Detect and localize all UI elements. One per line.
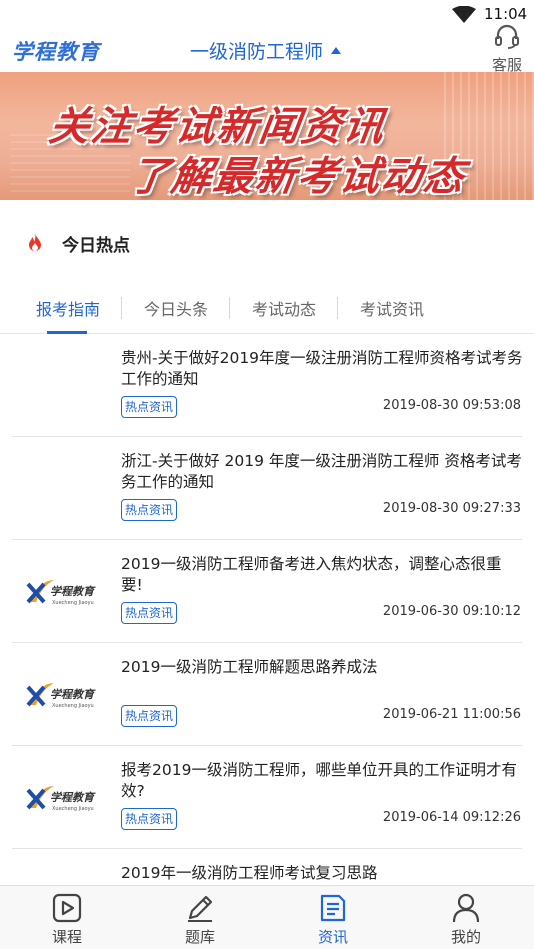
status-time: 11:04: [484, 5, 528, 23]
play-icon: [52, 893, 82, 923]
app-header: 学程教育 一级消防工程师 客服: [0, 24, 534, 74]
category-tabs: 报考指南 今日头条 考试动态 考试资讯: [0, 290, 534, 334]
logo-sub-text: Xuecheng Jiaoyu: [52, 600, 94, 606]
wifi-icon: [452, 6, 476, 23]
list-item[interactable]: 学程教育 Xuecheng Jiaoyu 报考2019一级消防工程师，哪些单位开…: [0, 746, 534, 849]
list-item[interactable]: 学程教育 Xuecheng Jiaoyu 2019一级消防工程师备考进入焦灼状态…: [0, 540, 534, 643]
brand-logo-thumbnail: 学程教育 Xuecheng Jiaoyu: [26, 683, 96, 709]
logo-main-text: 学程教育: [50, 791, 96, 804]
article-tag: 热点资讯: [121, 705, 178, 727]
article-tag: 热点资讯: [121, 808, 178, 830]
logo-sub-text: Xuecheng Jiaoyu: [52, 806, 94, 812]
caret-up-icon: [331, 47, 342, 54]
nav-profile[interactable]: 我的: [426, 892, 506, 947]
exam-selector-label: 一级消防工程师: [190, 41, 324, 63]
tab-exam-info[interactable]: 考试资讯: [360, 296, 424, 320]
tab-divider: [229, 297, 230, 319]
bottom-navigation: 课程 题库 资讯 我的: [0, 885, 534, 949]
logo-sub-text: Xuecheng Jiaoyu: [52, 703, 94, 709]
nav-news-label: 资讯: [317, 928, 348, 946]
article-tag: 热点资讯: [121, 499, 178, 521]
article-date: 2019-06-30 09:10:12: [382, 604, 521, 619]
article-date: 2019-08-30 09:27:33: [382, 501, 521, 516]
list-item[interactable]: 学程教育 Xuecheng Jiaoyu 2019一级消防工程师解题思路养成法 …: [0, 643, 534, 746]
tab-divider: [337, 297, 338, 319]
article-title: 2019一级消防工程师备考进入焦灼状态，调整心态很重要!: [121, 555, 502, 594]
headset-icon: [495, 24, 519, 49]
promo-banner[interactable]: 关注考试新闻资讯 了解最新考试动态: [0, 72, 534, 200]
article-title: 贵州-关于做好2019年度一级注册消防工程师资格考试考务工作的通知: [121, 349, 523, 388]
logo-main-text: 学程教育: [50, 688, 96, 701]
article-tag: 热点资讯: [121, 602, 178, 624]
customer-service-button[interactable]: 客服: [486, 24, 528, 75]
status-bar: 11:04: [0, 0, 534, 28]
article-title: 2019年一级消防工程师考试复习思路: [121, 864, 378, 882]
hot-section-header: 今日热点: [0, 220, 534, 264]
pencil-icon: [188, 895, 213, 922]
nav-courses-label: 课程: [51, 928, 82, 946]
brand-logo: 学程教育: [12, 39, 100, 64]
brand-logo-thumbnail: 学程教育 Xuecheng Jiaoyu: [26, 786, 96, 812]
banner-subheadline: 了解最新考试动态: [126, 154, 469, 200]
article-date: 2019-06-14 09:12:26: [382, 810, 521, 825]
nav-question-bank[interactable]: 题库: [160, 892, 240, 947]
article-date: 2019-06-21 11:00:56: [382, 707, 521, 722]
fire-icon: [29, 233, 41, 251]
brand-logo-thumbnail: 学程教育 Xuecheng Jiaoyu: [26, 580, 96, 606]
nav-news[interactable]: 资讯: [293, 892, 373, 947]
list-item[interactable]: 浙江-关于做好 2019 年度一级注册消防工程师 资格考试考务工作的通知 热点资…: [0, 437, 534, 540]
nav-courses[interactable]: 课程: [27, 892, 107, 947]
tab-registration-guide[interactable]: 报考指南: [36, 296, 100, 320]
tab-exam-news[interactable]: 考试动态: [252, 296, 316, 320]
tab-divider: [121, 297, 122, 319]
article-date: 2019-08-30 09:53:08: [382, 398, 521, 413]
article-title: 报考2019一级消防工程师，哪些单位开具的工作证明才有效?: [121, 761, 517, 800]
list-item[interactable]: 贵州-关于做好2019年度一级注册消防工程师资格考试考务工作的通知 热点资讯 2…: [0, 334, 534, 437]
logo-main-text: 学程教育: [50, 585, 96, 598]
article-tag: 热点资讯: [121, 396, 178, 418]
article-title: 浙江-关于做好 2019 年度一级注册消防工程师 资格考试考务工作的通知: [121, 452, 522, 491]
nav-question-bank-label: 题库: [184, 928, 215, 946]
document-icon: [320, 894, 346, 922]
person-icon: [452, 893, 480, 923]
tab-headlines[interactable]: 今日头条: [144, 296, 208, 320]
hot-section-title: 今日热点: [62, 236, 130, 256]
article-title: 2019一级消防工程师解题思路养成法: [121, 658, 378, 676]
nav-profile-label: 我的: [450, 928, 481, 946]
exam-selector[interactable]: 一级消防工程师: [190, 37, 342, 64]
